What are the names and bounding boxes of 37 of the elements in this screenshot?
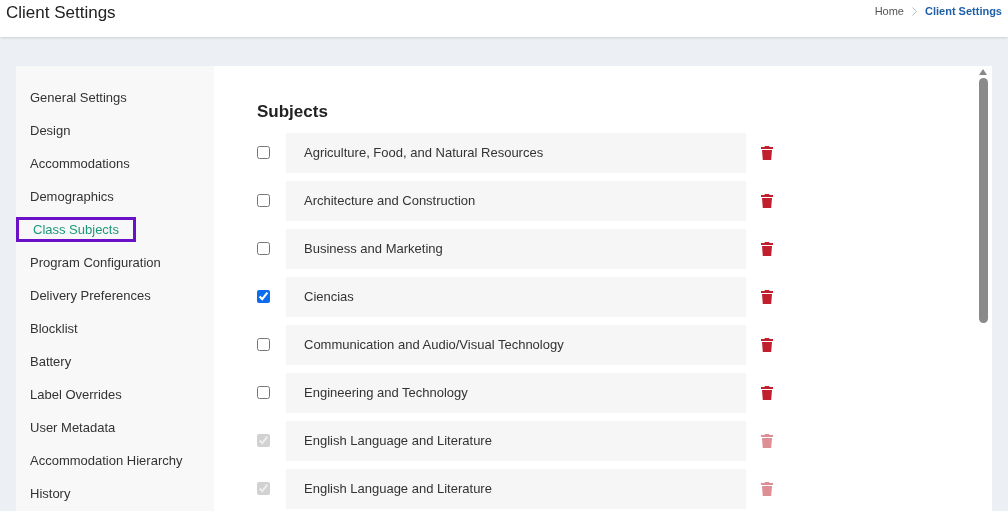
- subject-checkbox[interactable]: [257, 146, 270, 159]
- sidebar-item[interactable]: Design: [16, 118, 85, 143]
- subject-checkbox[interactable]: [257, 242, 270, 255]
- sidebar-item[interactable]: Program Configuration: [16, 250, 175, 275]
- page-title: Client Settings: [6, 1, 116, 24]
- section-title: Subjects: [257, 101, 329, 123]
- sidebar-item[interactable]: Accommodation Hierarchy: [16, 448, 197, 473]
- sidebar-item[interactable]: Label Overrides: [16, 382, 136, 407]
- trash-icon[interactable]: [761, 145, 773, 160]
- scrollbar-thumb[interactable]: [978, 78, 988, 323]
- subject-field[interactable]: Agriculture, Food, and Natural Resources: [286, 132, 746, 173]
- sidebar-item[interactable]: Accommodations: [16, 151, 144, 176]
- sidebar-item[interactable]: User Metadata: [16, 415, 130, 440]
- subject-checkbox[interactable]: [257, 290, 270, 303]
- sidebar-item[interactable]: Blocklist: [16, 316, 92, 341]
- breadcrumb-link[interactable]: Home: [874, 3, 904, 20]
- chevron-icon: [912, 7, 917, 16]
- subject-checkbox[interactable]: [257, 194, 270, 207]
- sidebar-item[interactable]: General Settings: [16, 85, 141, 110]
- trash-icon[interactable]: [761, 385, 773, 400]
- subject-field[interactable]: Engineering and Technology: [286, 372, 746, 413]
- trash-icon[interactable]: [761, 241, 773, 256]
- subject-field[interactable]: Architecture and Construction: [286, 180, 746, 221]
- subject-field[interactable]: Ciencias: [286, 276, 746, 317]
- trash-icon[interactable]: [761, 337, 773, 352]
- subject-checkbox[interactable]: [257, 338, 270, 351]
- sidebar-item[interactable]: Battery: [16, 349, 86, 374]
- sidebar-item[interactable]: Demographics: [16, 184, 128, 209]
- subject-field[interactable]: Communication and Audio/Visual Technology: [286, 324, 746, 365]
- subject-field[interactable]: Business and Marketing: [286, 228, 746, 269]
- trash-icon[interactable]: [761, 193, 773, 208]
- breadcrumb-link[interactable]: Client Settings: [925, 3, 1002, 20]
- sidebar-item[interactable]: History: [16, 481, 85, 506]
- sidebar-item[interactable]: Delivery Preferences: [16, 283, 165, 308]
- subject-checkbox[interactable]: [257, 386, 270, 399]
- scroll-up-icon[interactable]: [979, 69, 987, 75]
- trash-icon[interactable]: [761, 289, 773, 304]
